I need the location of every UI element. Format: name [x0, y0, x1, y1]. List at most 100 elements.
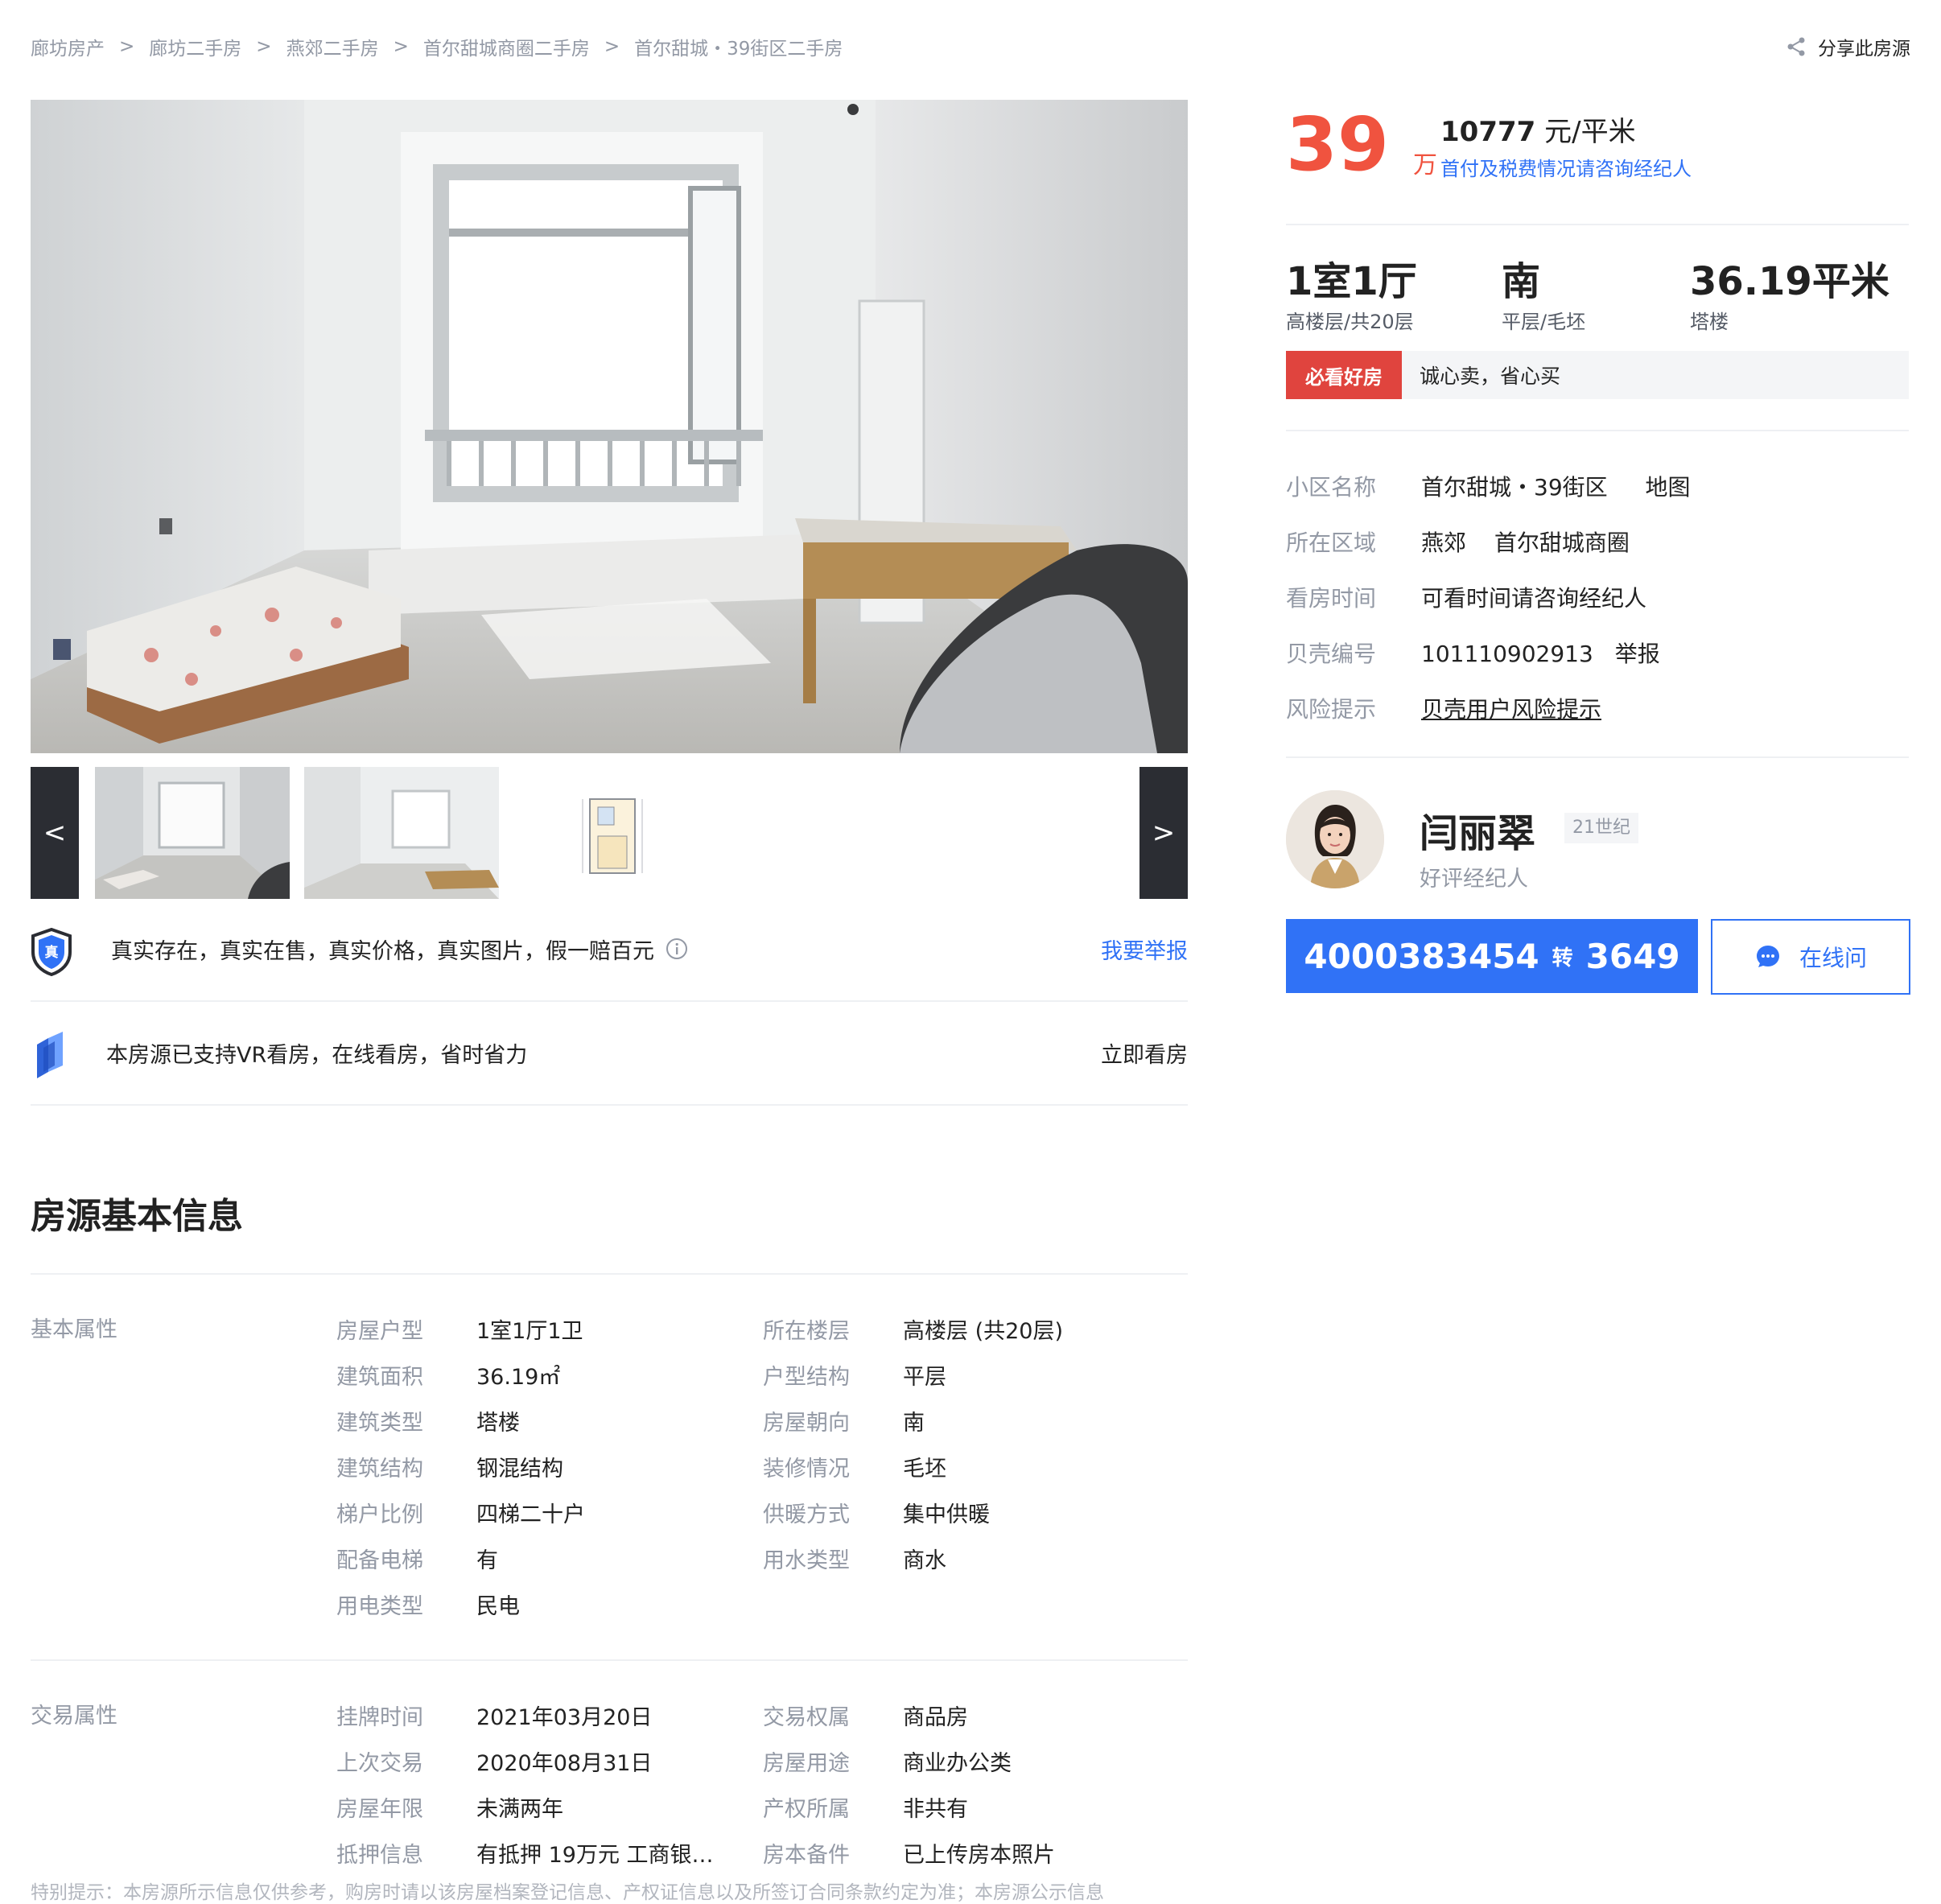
info-label: 房本备件: [763, 1843, 850, 1868]
unit-price: 10777 元/平米: [1440, 109, 1636, 149]
info-label: 用水类型: [763, 1548, 850, 1573]
agent-photo: [1286, 790, 1384, 888]
info-value: 已上传房本照片: [903, 1843, 1055, 1868]
vr-text: 本房源已支持VR看房，在线看房，省时省力: [106, 1042, 528, 1068]
divider: [31, 1273, 1188, 1275]
info-value: 商水: [903, 1548, 946, 1573]
info-label: 上次交易: [336, 1751, 423, 1776]
divider: [1286, 430, 1909, 431]
info-value: 2020年08月31日: [476, 1751, 653, 1776]
guarantee-label: 真实存在，真实在售，真实价格，真实图片，假一赔百元: [111, 938, 654, 964]
breadcrumb-item[interactable]: 廊坊二手房: [149, 33, 241, 60]
info-value: 有: [476, 1548, 498, 1573]
share-icon: [1787, 37, 1805, 56]
community-value: 首尔甜城・39街区 地图: [1421, 470, 1691, 502]
info-icon[interactable]: [666, 938, 688, 960]
divider: [31, 1000, 1188, 1002]
guarantee-text: 真实存在，真实在售，真实价格，真实图片，假一赔百元: [111, 932, 688, 966]
vr-view-button[interactable]: 立即看房: [1101, 1036, 1188, 1069]
footer-note: 特别提示：本房源所示信息仅供参考，购房时请以该房屋档案登记信息、产权证信息以及所…: [31, 1882, 1104, 1903]
risk-link[interactable]: 贝壳用户风险提示: [1421, 692, 1601, 724]
info-label: 梯户比例: [336, 1502, 423, 1527]
unit-price-label: 元/平米: [1544, 116, 1636, 148]
thumbnail-image: [304, 767, 499, 899]
thumbnail-image: [95, 767, 290, 899]
area-district[interactable]: 燕郊: [1421, 530, 1466, 556]
info-value: 四梯二十户: [476, 1502, 585, 1527]
guarantee-badge-text: 真: [45, 944, 59, 961]
map-link[interactable]: 地图: [1646, 474, 1691, 501]
info-value: 塔楼: [476, 1411, 520, 1436]
divider: [1286, 756, 1909, 758]
phone-number: 4000383454: [1304, 936, 1539, 976]
breadcrumb-item[interactable]: 首尔甜城商圈二手房: [423, 33, 590, 60]
call-button[interactable]: 4000383454 转 3649: [1286, 919, 1698, 993]
info-value: 毛坯: [903, 1457, 946, 1482]
thumbnail[interactable]: [95, 767, 290, 899]
info-label: 房屋朝向: [763, 1411, 850, 1436]
stat-layout: 1室1厅: [1286, 259, 1417, 304]
info-label: 房屋用途: [763, 1751, 850, 1776]
payment-info-link[interactable]: 首付及税费情况请咨询经纪人: [1440, 153, 1692, 181]
breadcrumb-separator: >: [393, 36, 409, 57]
report-listing-link[interactable]: 举报: [1615, 641, 1660, 667]
info-value: 有抵押 19万元 工商银…: [476, 1843, 714, 1868]
breadcrumb-separator: >: [604, 36, 620, 57]
info-value: 南: [903, 1411, 925, 1436]
floorplan-thumbnail[interactable]: [513, 767, 708, 899]
info-label: 装修情况: [763, 1457, 850, 1482]
prev-button[interactable]: <: [31, 767, 79, 899]
risk-label: 风险提示: [1286, 696, 1377, 723]
divider: [1286, 224, 1909, 225]
online-chat-button[interactable]: 在线问: [1711, 919, 1910, 995]
area-circle[interactable]: 首尔甜城商圈: [1494, 530, 1630, 556]
total-price-unit: 万: [1413, 151, 1437, 179]
share-label: 分享此房源: [1818, 39, 1910, 60]
extension-label: 转: [1552, 946, 1573, 971]
info-label: 户型结构: [763, 1365, 850, 1390]
room-photo: [31, 100, 1188, 753]
chat-label: 在线问: [1799, 945, 1867, 971]
info-value: 商品房: [903, 1705, 968, 1730]
next-button[interactable]: >: [1139, 767, 1188, 899]
main-photo[interactable]: [31, 100, 1188, 753]
info-label: 供暖方式: [763, 1502, 850, 1527]
must-see-tag: 必看好房: [1286, 351, 1402, 399]
breadcrumb-item[interactable]: 燕郊二手房: [286, 33, 379, 60]
vr-icon: [32, 1030, 68, 1083]
tag-text: 诚心卖，省心买: [1420, 365, 1561, 388]
listing-id-value: 101110902913 举报: [1421, 637, 1660, 669]
guarantee-shield-icon: 真: [31, 927, 72, 979]
info-label: 挂牌时间: [336, 1705, 423, 1730]
agent-company-badge: 21世纪: [1564, 813, 1638, 843]
stat-orientation: 南: [1502, 259, 1541, 304]
info-value: 平层: [903, 1365, 946, 1390]
visit-label: 看房时间: [1286, 585, 1377, 612]
breadcrumb-separator: >: [256, 36, 272, 57]
area-label: 所在区域: [1286, 530, 1377, 556]
listing-id: 101110902913: [1421, 641, 1593, 667]
info-value: 集中供暖: [903, 1502, 990, 1527]
community-name[interactable]: 首尔甜城・39街区: [1421, 474, 1608, 501]
info-value: 非共有: [903, 1797, 968, 1822]
breadcrumb-item[interactable]: 廊坊房产: [31, 33, 105, 60]
share-button[interactable]: 分享此房源: [1786, 31, 1910, 63]
agent-role: 好评经纪人: [1420, 867, 1528, 892]
avatar[interactable]: [1286, 790, 1384, 888]
thumbnail-strip: < >: [31, 767, 1188, 899]
info-label: 建筑类型: [336, 1411, 423, 1436]
breadcrumb-item[interactable]: 首尔甜城・39街区二手房: [634, 33, 843, 60]
thumbnail[interactable]: [304, 767, 499, 899]
total-price: 39: [1286, 101, 1390, 188]
breadcrumb: 廊坊房产 > 廊坊二手房 > 燕郊二手房 > 首尔甜城商圈二手房 > 首尔甜城・…: [31, 31, 843, 63]
unit-price-value: 10777: [1440, 116, 1536, 148]
tag-bar: 必看好房 诚心卖，省心买: [1286, 351, 1909, 399]
stat-orientation-sub: 平层/毛坯: [1502, 311, 1586, 333]
agent-name[interactable]: 闫丽翠: [1420, 802, 1535, 858]
info-label: 建筑面积: [336, 1365, 423, 1390]
area-value: 燕郊 首尔甜城商圈: [1421, 525, 1630, 558]
info-value: 钢混结构: [476, 1457, 563, 1482]
info-label: 用电类型: [336, 1594, 423, 1619]
community-label: 小区名称: [1286, 474, 1377, 501]
report-link[interactable]: 我要举报: [1101, 932, 1188, 966]
